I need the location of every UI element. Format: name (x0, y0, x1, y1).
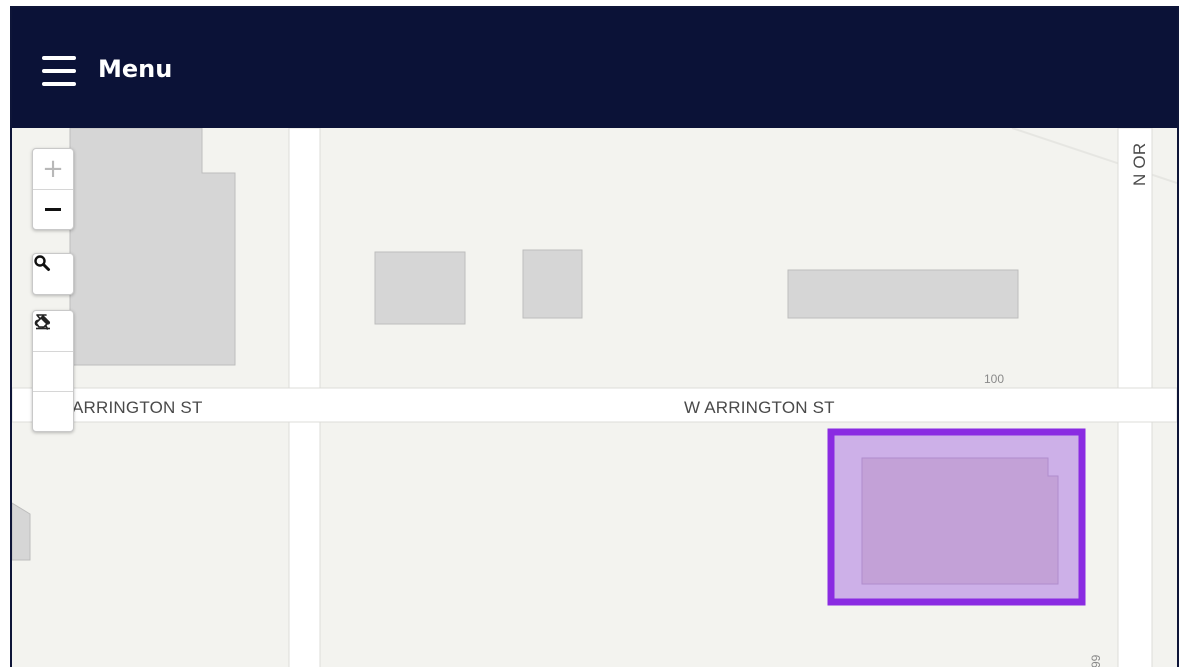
intersection-left (290, 389, 319, 421)
search-control (32, 253, 74, 295)
map-layer: W ARRINGTON ST ARRINGTON ST 100 N OR 99 (12, 128, 1177, 667)
eraser-button[interactable] (33, 314, 73, 431)
cut-tool-button[interactable] (33, 315, 73, 391)
menu-label[interactable]: Menu (98, 55, 172, 83)
search-button[interactable] (33, 254, 73, 294)
selected-building (861, 457, 1059, 585)
street-label-main: W ARRINGTON ST (684, 398, 835, 417)
address-label-99: 99 (1089, 654, 1103, 667)
top-bar: Menu (12, 8, 1177, 128)
edit-tools-control (32, 310, 74, 432)
hamburger-icon[interactable] (42, 56, 76, 86)
zoom-out-button[interactable] (33, 189, 73, 229)
address-label-100: 100 (984, 372, 1004, 386)
app-window: Menu W ARRINGTON ST ARRINGTON ST 100 N O… (10, 6, 1179, 667)
zoom-in-icon: + (42, 154, 64, 184)
building-edge-left (12, 502, 31, 561)
street-label-vertical: N OR (1130, 143, 1149, 186)
building-small-1 (374, 251, 466, 325)
zoom-in-button[interactable]: + (33, 149, 73, 189)
zoom-out-icon (45, 208, 61, 211)
eraser-icon (34, 314, 51, 330)
map-canvas[interactable]: W ARRINGTON ST ARRINGTON ST 100 N OR 99 … (12, 128, 1177, 667)
search-icon (34, 255, 50, 271)
building-large-left (69, 128, 236, 366)
building-small-2 (522, 249, 583, 319)
zoom-control: + (32, 148, 74, 230)
intersection-right (1119, 389, 1151, 421)
street-label-left: ARRINGTON ST (72, 398, 203, 417)
building-long (787, 269, 1019, 319)
